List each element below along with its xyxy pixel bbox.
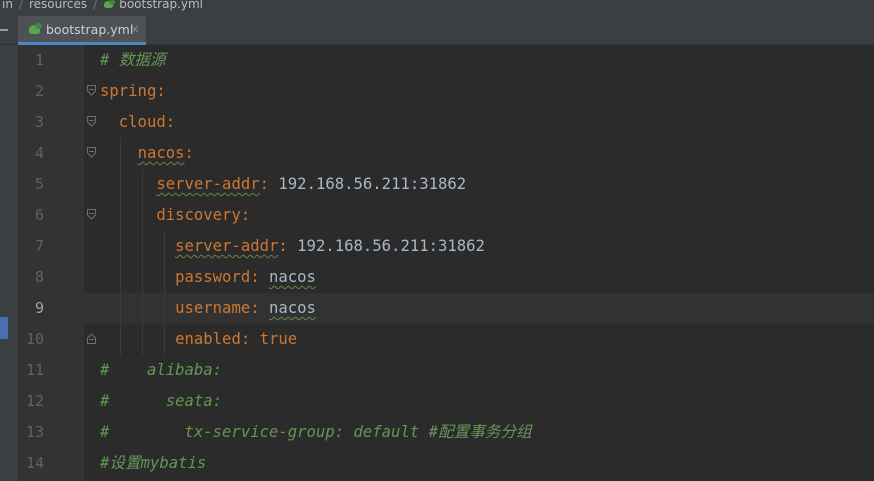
yaml-key: username [175, 299, 251, 317]
tab-label: bootstrap.yml [46, 21, 134, 37]
colon: : [240, 206, 251, 224]
yaml-value: nacos [269, 299, 316, 317]
line-number: 2 [34, 82, 44, 100]
comment-token: # tx-service-group: default #配置事务分组 [100, 423, 532, 441]
code-line: 8 password: nacos [18, 262, 874, 293]
colon: : [250, 299, 260, 317]
yaml-boolean: true [259, 330, 298, 348]
yaml-key: server-addr [156, 175, 260, 193]
code-line: 1 # 数据源 [18, 45, 874, 76]
line-number: 6 [34, 206, 44, 224]
colon: : [250, 268, 260, 286]
line-content[interactable]: # 数据源 [100, 45, 166, 76]
yaml-key: spring [100, 82, 157, 100]
breadcrumb: in / resources / bootstrap.yml [0, 0, 874, 15]
tool-window-marker [0, 29, 8, 31]
breadcrumb-item-file[interactable]: bootstrap.yml [101, 0, 205, 10]
breadcrumb-item-main[interactable]: in [0, 0, 15, 10]
line-number: 4 [34, 144, 44, 162]
yaml-value: 192.168.56.211:31862 [278, 175, 467, 193]
line-content[interactable]: password: nacos [100, 262, 316, 293]
colon: : [156, 82, 166, 100]
fold-open-icon[interactable] [87, 85, 96, 96]
line-number: 11 [25, 361, 44, 379]
line-number: 9 [34, 299, 44, 317]
colon: : [278, 237, 288, 255]
line-number: 12 [25, 392, 44, 410]
line-content[interactable]: #设置mybatis [100, 448, 206, 479]
line-content[interactable]: enabled: true [100, 324, 297, 355]
yaml-key: nacos [137, 144, 185, 162]
yaml-key: server-addr [175, 237, 279, 255]
code-line: 6 discovery: [18, 200, 874, 231]
line-number: 10 [25, 330, 44, 348]
code-line: 11 # alibaba: [18, 355, 874, 386]
yaml-key: cloud [118, 113, 166, 131]
line-content[interactable]: # tx-service-group: default #配置事务分组 [100, 417, 532, 448]
line-content[interactable]: nacos: [100, 138, 194, 169]
comment-token: #设置mybatis [100, 454, 207, 472]
yaml-file-icon [103, 0, 116, 10]
line-content[interactable]: discovery: [100, 200, 250, 231]
breadcrumb-item-resources[interactable]: resources [27, 0, 89, 10]
fold-open-icon[interactable] [87, 147, 96, 158]
code-line: 2 spring: [18, 76, 874, 107]
close-icon[interactable]: × [130, 23, 140, 35]
code-lines: 1 # 数据源 2 spring: 3 cloud: 4 nacos: 5 se… [18, 45, 874, 479]
code-line: 5 server-addr: 192.168.56.211:31862 [18, 169, 874, 200]
line-number: 14 [25, 454, 44, 472]
fold-open-icon[interactable] [87, 116, 96, 127]
breadcrumb-separator: / [18, 0, 23, 11]
yaml-key: discovery [156, 206, 241, 224]
code-line: 3 cloud: [18, 107, 874, 138]
breadcrumb-file-label: bootstrap.yml [119, 0, 204, 11]
line-number: 3 [34, 113, 44, 131]
line-number: 8 [34, 268, 44, 286]
line-content[interactable]: # seata: [100, 386, 222, 417]
tab-bootstrap-yml[interactable]: bootstrap.yml × [18, 16, 146, 45]
line-content[interactable]: server-addr: 192.168.56.211:31862 [100, 231, 485, 262]
colon: : [240, 330, 251, 348]
code-line: 12 # seata: [18, 386, 874, 417]
comment-token: # seata: [100, 392, 223, 410]
code-line: 7 server-addr: 192.168.56.211:31862 [18, 231, 874, 262]
line-content[interactable]: # alibaba: [100, 355, 222, 386]
line-content[interactable]: cloud: [100, 107, 175, 138]
line-content[interactable]: username: nacos [100, 293, 316, 324]
line-number: 5 [34, 175, 44, 193]
fold-close-icon[interactable] [87, 333, 96, 344]
tool-window-strip [0, 45, 18, 481]
line-number: 7 [34, 237, 44, 255]
colon: : [165, 113, 176, 131]
yaml-file-icon [28, 23, 42, 35]
line-content[interactable]: server-addr: 192.168.56.211:31862 [100, 169, 466, 200]
editor-tab-bar: bootstrap.yml × [0, 15, 874, 45]
breadcrumb-separator: / [93, 0, 98, 11]
tool-window-indicator[interactable] [0, 317, 8, 339]
line-number: 13 [25, 423, 44, 441]
comment-token: # 数据源 [100, 51, 166, 69]
colon: : [259, 175, 270, 193]
line-number: 1 [34, 51, 44, 69]
fold-open-icon[interactable] [87, 209, 96, 220]
comment-token: # alibaba: [100, 361, 223, 379]
ide-window: in / resources / bootstrap.yml bootstrap… [0, 0, 874, 481]
code-line: 4 nacos: [18, 138, 874, 169]
colon: : [184, 144, 194, 162]
code-line: 13 # tx-service-group: default #配置事务分组 [18, 417, 874, 448]
code-line: 14 #设置mybatis [18, 448, 874, 479]
yaml-key: enabled [175, 330, 241, 348]
line-content[interactable]: spring: [100, 76, 166, 107]
yaml-value: nacos [269, 268, 316, 286]
code-line-active: 9 username: nacos [18, 293, 874, 324]
code-line: 10 enabled: true [18, 324, 874, 355]
yaml-value: 192.168.56.211:31862 [297, 237, 485, 255]
yaml-key: password [175, 268, 251, 286]
